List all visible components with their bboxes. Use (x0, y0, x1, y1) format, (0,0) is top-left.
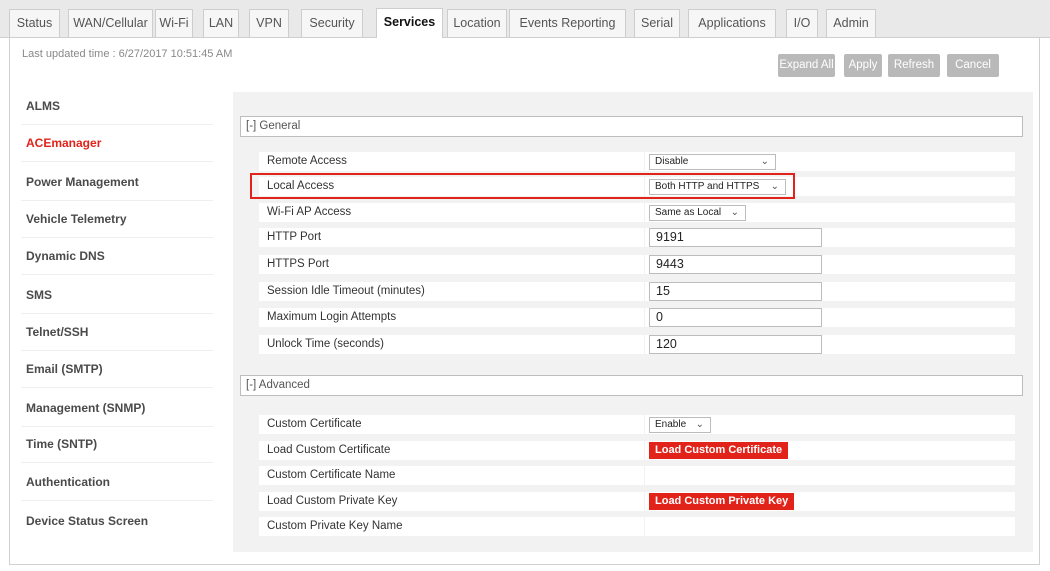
max-login-attempts-input[interactable]: 0 (649, 308, 822, 327)
column-divider (644, 255, 645, 274)
sidebar-divider (21, 313, 213, 314)
column-divider (644, 282, 645, 301)
https-port-label: HTTPS Port (267, 258, 329, 270)
sidebar-divider (21, 161, 213, 162)
tab-vpn[interactable]: VPN (249, 9, 289, 37)
sidebar-item-device-status-screen[interactable]: Device Status Screen (26, 514, 148, 528)
session-idle-timeout-label: Session Idle Timeout (minutes) (267, 285, 425, 297)
sidebar-divider (21, 200, 213, 201)
sidebar-divider (21, 462, 213, 463)
wifi-ap-access-row: Wi-Fi AP Access Same as Local ⌄ (259, 203, 1015, 222)
http-port-row: HTTP Port 9191 (259, 228, 1015, 247)
https-port-row: HTTPS Port 9443 (259, 255, 1015, 274)
column-divider (644, 441, 645, 460)
load-custom-certificate-row: Load Custom Certificate Load Custom Cert… (259, 441, 1015, 460)
custom-certificate-name-row: Custom Certificate Name (259, 466, 1015, 485)
sidebar-divider (21, 426, 213, 427)
tab-admin[interactable]: Admin (826, 9, 876, 37)
sidebar-item-vehicle-telemetry[interactable]: Vehicle Telemetry (26, 212, 127, 226)
tab-io[interactable]: I/O (786, 9, 818, 37)
tab-location[interactable]: Location (447, 9, 507, 37)
load-custom-certificate-label: Load Custom Certificate (267, 444, 391, 456)
sidebar-divider (21, 350, 213, 351)
tab-services[interactable]: Services (376, 8, 443, 38)
custom-certificate-value: Enable (655, 419, 687, 430)
remote-access-select[interactable]: Disable ⌄ (649, 154, 776, 170)
sidebar-divider (21, 237, 213, 238)
http-port-input[interactable]: 9191 (649, 228, 822, 247)
tab-applications[interactable]: Applications (688, 9, 776, 37)
load-custom-private-key-button[interactable]: Load Custom Private Key (649, 493, 795, 510)
top-tab-bar: Status WAN/Cellular Wi-Fi LAN VPN Securi… (0, 0, 1050, 38)
wifi-ap-access-value: Same as Local (655, 207, 722, 218)
custom-certificate-name-label: Custom Certificate Name (267, 469, 396, 481)
column-divider (644, 415, 645, 434)
remote-access-label: Remote Access (267, 155, 347, 167)
tab-serial[interactable]: Serial (634, 9, 680, 37)
sidebar-item-alms[interactable]: ALMS (26, 99, 60, 113)
column-divider (644, 492, 645, 511)
custom-private-key-name-row: Custom Private Key Name (259, 517, 1015, 536)
expand-all-button[interactable]: Expand All (778, 54, 835, 77)
tab-lan[interactable]: LAN (203, 9, 239, 37)
chevron-down-icon: ⌄ (730, 207, 739, 218)
tab-security[interactable]: Security (301, 9, 363, 37)
max-login-attempts-row: Maximum Login Attempts 0 (259, 308, 1015, 327)
unlock-time-input[interactable]: 120 (649, 335, 822, 354)
sidebar-divider (21, 387, 213, 388)
advanced-section-header[interactable]: [-] Advanced (240, 375, 1023, 396)
custom-certificate-label: Custom Certificate (267, 418, 362, 430)
column-divider (644, 335, 645, 354)
tab-status[interactable]: Status (9, 9, 60, 37)
session-idle-timeout-row: Session Idle Timeout (minutes) 15 (259, 282, 1015, 301)
highlight-box (250, 173, 795, 199)
custom-certificate-select[interactable]: Enable ⌄ (649, 417, 711, 433)
chevron-down-icon: ⌄ (695, 419, 704, 430)
sidebar-divider (21, 124, 213, 125)
unlock-time-label: Unlock Time (seconds) (267, 338, 384, 350)
column-divider (644, 152, 645, 171)
sidebar-item-authentication[interactable]: Authentication (26, 475, 110, 489)
wifi-ap-access-label: Wi-Fi AP Access (267, 206, 352, 218)
sidebar-item-acemanager[interactable]: ACEmanager (26, 136, 101, 150)
column-divider (644, 517, 645, 536)
sidebar-item-management-snmp[interactable]: Management (SNMP) (26, 401, 145, 415)
session-idle-timeout-input[interactable]: 15 (649, 282, 822, 301)
general-section-header[interactable]: [-] General (240, 116, 1023, 137)
column-divider (644, 228, 645, 247)
column-divider (644, 466, 645, 485)
sidebar-item-sms[interactable]: SMS (26, 288, 52, 302)
sidebar-divider (21, 500, 213, 501)
load-custom-private-key-row: Load Custom Private Key Load Custom Priv… (259, 492, 1015, 511)
sidebar-item-dynamic-dns[interactable]: Dynamic DNS (26, 249, 105, 263)
remote-access-value: Disable (655, 156, 689, 167)
column-divider (644, 203, 645, 222)
sidebar-item-power-management[interactable]: Power Management (26, 175, 139, 189)
tab-events-reporting[interactable]: Events Reporting (509, 9, 626, 37)
sidebar-item-email-smtp[interactable]: Email (SMTP) (26, 362, 103, 376)
sidebar-divider (21, 274, 213, 275)
tab-wan-cellular[interactable]: WAN/Cellular (68, 9, 153, 37)
tab-wifi[interactable]: Wi-Fi (155, 9, 193, 37)
remote-access-row: Remote Access Disable ⌄ (259, 152, 1015, 171)
apply-button[interactable]: Apply (844, 54, 882, 77)
custom-certificate-row: Custom Certificate Enable ⌄ (259, 415, 1015, 434)
max-login-attempts-label: Maximum Login Attempts (267, 311, 397, 323)
sidebar-item-telnet-ssh[interactable]: Telnet/SSH (26, 325, 88, 339)
unlock-time-row: Unlock Time (seconds) 120 (259, 335, 1015, 354)
custom-private-key-name-label: Custom Private Key Name (267, 520, 403, 532)
cancel-button[interactable]: Cancel (947, 54, 999, 77)
load-custom-certificate-button[interactable]: Load Custom Certificate (649, 442, 789, 459)
wifi-ap-access-select[interactable]: Same as Local ⌄ (649, 205, 746, 221)
chevron-down-icon: ⌄ (760, 156, 769, 167)
load-custom-private-key-label: Load Custom Private Key (267, 495, 398, 507)
sidebar-item-time-sntp[interactable]: Time (SNTP) (26, 437, 97, 451)
refresh-button[interactable]: Refresh (888, 54, 940, 77)
http-port-label: HTTP Port (267, 231, 322, 243)
last-updated-text: Last updated time : 6/27/2017 10:51:45 A… (22, 48, 233, 60)
column-divider (644, 308, 645, 327)
https-port-input[interactable]: 9443 (649, 255, 822, 274)
